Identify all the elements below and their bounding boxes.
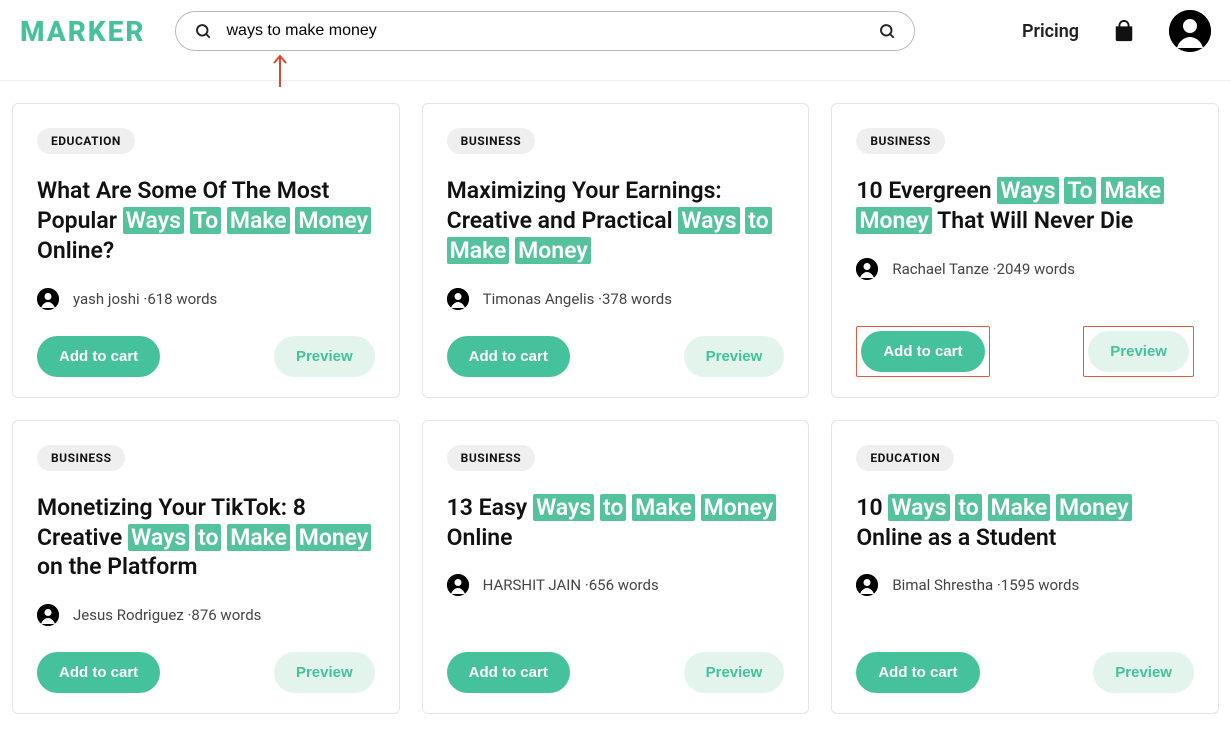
nav-right: Pricing — [1022, 10, 1211, 52]
brand-logo[interactable]: MARKER — [20, 15, 145, 48]
author-name: Timonas Angelis — [483, 290, 595, 308]
arrow-annotation-icon — [270, 53, 290, 89]
results-grid: EDUCATION What Are Some Of The Most Popul… — [0, 81, 1231, 736]
author-avatar-icon — [37, 604, 59, 626]
card-title[interactable]: 10 Ways to Make Money Online as a Studen… — [856, 493, 1194, 553]
search-bar[interactable] — [175, 11, 915, 51]
author-avatar-icon — [856, 258, 878, 280]
author-row: Bimal Shrestha ·1595 words — [856, 574, 1194, 596]
word-count: 1595 words — [1001, 576, 1079, 594]
author-name: Rachael Tanze — [892, 260, 989, 278]
card-title[interactable]: 10 Evergreen Ways To Make Money That Wil… — [856, 176, 1194, 236]
add-to-cart-button[interactable]: Add to cart — [861, 331, 984, 372]
word-count: 618 words — [147, 290, 217, 308]
result-card: BUSINESS 10 Evergreen Ways To Make Money … — [831, 103, 1219, 398]
word-count: 378 words — [602, 290, 672, 308]
category-badge: BUSINESS — [447, 445, 535, 471]
card-actions: Add to cart Preview — [447, 336, 785, 377]
search-icon — [194, 22, 212, 40]
author-avatar-icon — [447, 574, 469, 596]
card-actions: Add to cart Preview — [856, 326, 1194, 377]
category-badge: EDUCATION — [856, 445, 954, 471]
author-row: Rachael Tanze ·2049 words — [856, 258, 1194, 280]
preview-button[interactable]: Preview — [1093, 652, 1194, 693]
category-badge: BUSINESS — [37, 445, 125, 471]
card-title[interactable]: 13 Easy Ways to Make Money Online — [447, 493, 785, 553]
card-actions: Add to cart Preview — [37, 652, 375, 693]
author-row: yash joshi ·618 words — [37, 288, 375, 310]
search-input[interactable] — [226, 22, 864, 40]
search-container — [175, 11, 915, 51]
word-count: 876 words — [191, 606, 261, 624]
author-avatar-icon — [447, 288, 469, 310]
add-to-cart-button[interactable]: Add to cart — [37, 336, 160, 377]
card-title[interactable]: What Are Some Of The Most Popular Ways T… — [37, 176, 375, 266]
add-to-cart-button[interactable]: Add to cart — [856, 652, 979, 693]
author-row: Jesus Rodriguez ·876 words — [37, 604, 375, 626]
add-to-cart-button[interactable]: Add to cart — [447, 652, 570, 693]
result-card: EDUCATION 10 Ways to Make Money Online as… — [831, 420, 1219, 715]
preview-button[interactable]: Preview — [684, 652, 785, 693]
category-badge: BUSINESS — [447, 128, 535, 154]
preview-button[interactable]: Preview — [274, 652, 375, 693]
header: MARKER Pricing — [0, 0, 1231, 62]
result-card: EDUCATION What Are Some Of The Most Popul… — [12, 103, 400, 398]
result-card: BUSINESS Maximizing Your Earnings: Creati… — [422, 103, 810, 398]
result-card: BUSINESS 13 Easy Ways to Make Money Onlin… — [422, 420, 810, 715]
add-to-cart-button[interactable]: Add to cart — [37, 652, 160, 693]
card-actions: Add to cart Preview — [447, 652, 785, 693]
preview-button[interactable]: Preview — [1088, 331, 1189, 372]
author-name: Bimal Shrestha — [892, 576, 993, 594]
word-count: 656 words — [589, 576, 659, 594]
category-badge: EDUCATION — [37, 128, 135, 154]
shopping-bag-icon[interactable] — [1113, 20, 1135, 42]
author-name: yash joshi — [73, 290, 140, 308]
add-to-cart-button[interactable]: Add to cart — [447, 336, 570, 377]
preview-button[interactable]: Preview — [684, 336, 785, 377]
result-card: BUSINESS Monetizing Your TikTok: 8 Creati… — [12, 420, 400, 715]
card-actions: Add to cart Preview — [856, 652, 1194, 693]
author-name: Jesus Rodriguez — [73, 606, 184, 624]
user-avatar-icon[interactable] — [1169, 10, 1211, 52]
author-row: HARSHIT JAIN ·656 words — [447, 574, 785, 596]
card-title[interactable]: Monetizing Your TikTok: 8 Creative Ways … — [37, 493, 375, 583]
search-submit-icon[interactable] — [878, 22, 896, 40]
pricing-link[interactable]: Pricing — [1022, 21, 1079, 42]
card-actions: Add to cart Preview — [37, 336, 375, 377]
word-count: 2049 words — [997, 260, 1075, 278]
author-row: Timonas Angelis ·378 words — [447, 288, 785, 310]
category-badge: BUSINESS — [856, 128, 944, 154]
preview-button[interactable]: Preview — [274, 336, 375, 377]
card-title[interactable]: Maximizing Your Earnings: Creative and P… — [447, 176, 785, 266]
author-avatar-icon — [37, 288, 59, 310]
author-name: HARSHIT JAIN — [483, 576, 581, 594]
author-avatar-icon — [856, 574, 878, 596]
